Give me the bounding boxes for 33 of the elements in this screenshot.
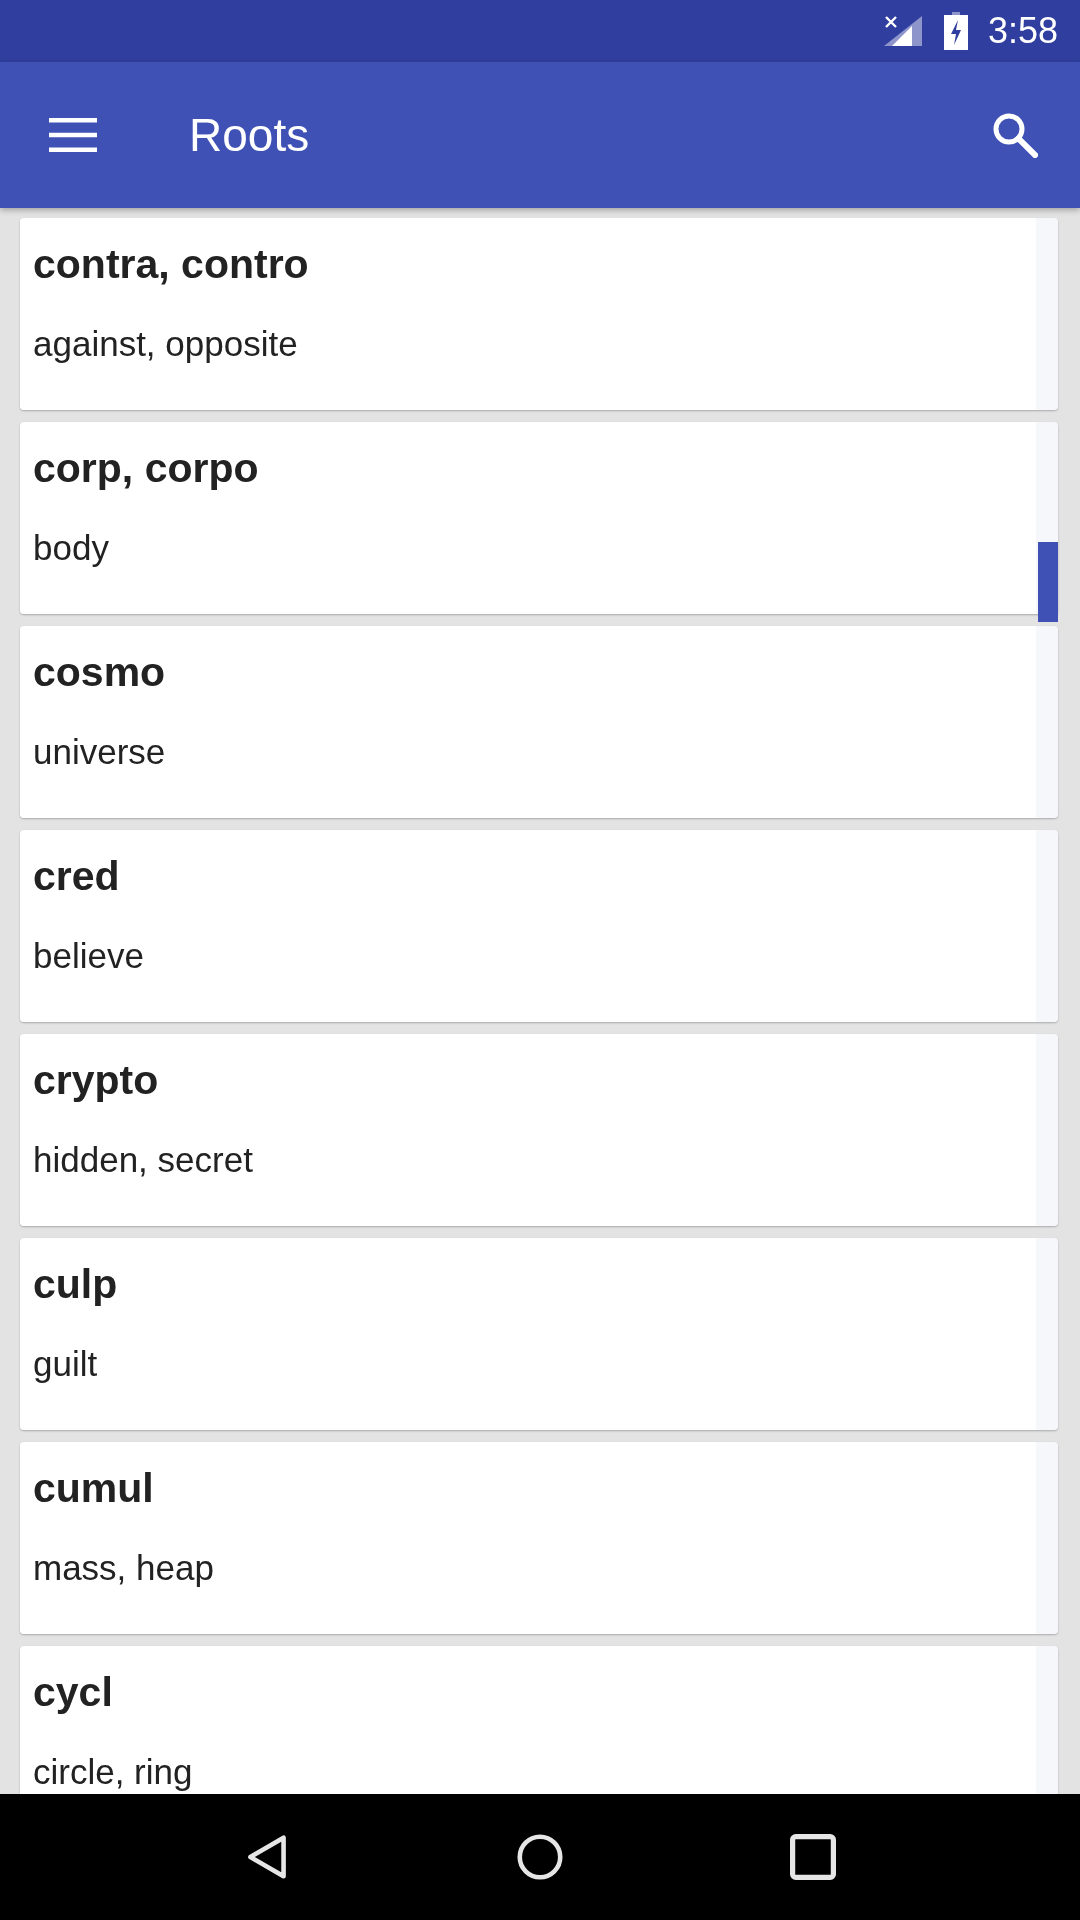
root-term: cred (33, 852, 120, 901)
root-meaning: guilt (33, 1343, 98, 1385)
root-meaning: hidden, secret (33, 1139, 253, 1181)
root-meaning: believe (33, 935, 144, 977)
root-meaning: universe (33, 731, 166, 773)
root-meaning: against, opposite (33, 323, 298, 365)
menu-icon[interactable] (49, 118, 97, 152)
root-meaning: mass, heap (33, 1547, 214, 1589)
root-card[interactable]: corp, corpo body (20, 422, 1058, 614)
no-signal-icon (883, 16, 922, 46)
root-card[interactable]: culp guilt (20, 1238, 1058, 1430)
root-card[interactable]: cred believe (20, 830, 1058, 1022)
root-meaning: circle, ring (33, 1751, 193, 1793)
home-icon[interactable] (517, 1834, 563, 1880)
status-time: 3:58 (987, 10, 1058, 52)
root-term: cumul (33, 1464, 154, 1513)
root-term: corp, corpo (33, 444, 259, 493)
root-term: crypto (33, 1056, 159, 1105)
root-card[interactable]: cycl circle, ring (20, 1646, 1058, 1794)
root-card[interactable]: contra, contro against, opposite (20, 218, 1058, 410)
root-card[interactable]: cosmo universe (20, 626, 1058, 818)
root-term: contra, contro (33, 240, 309, 289)
root-term: culp (33, 1260, 118, 1309)
recents-icon[interactable] (790, 1834, 837, 1880)
root-term: cycl (33, 1668, 113, 1717)
root-term: cosmo (33, 648, 166, 697)
root-card[interactable]: cumul mass, heap (20, 1442, 1058, 1634)
app-title: Roots (189, 108, 311, 162)
root-card[interactable]: crypto hidden, secret (20, 1034, 1058, 1226)
scrollbar-thumb[interactable] (1038, 542, 1058, 622)
root-meaning: body (33, 527, 109, 569)
battery-charging-icon (943, 12, 968, 50)
search-icon[interactable] (992, 112, 1038, 158)
